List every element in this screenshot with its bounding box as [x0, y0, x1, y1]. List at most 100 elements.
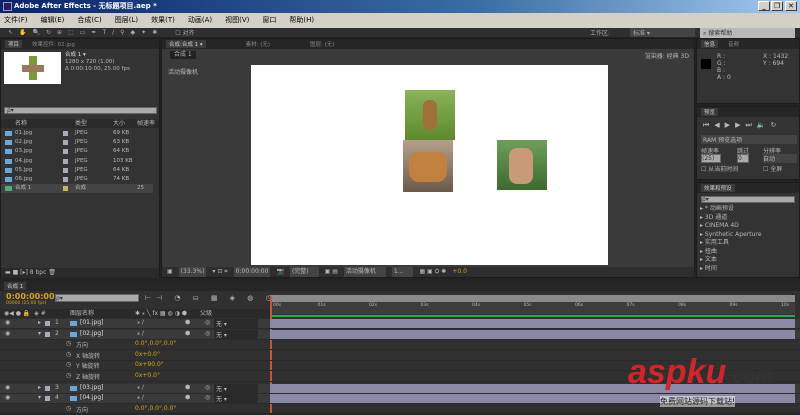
parent-select[interactable]: 无 ▾ [214, 394, 258, 403]
label-color[interactable] [45, 385, 50, 391]
label-color[interactable] [63, 149, 68, 155]
tool-icon[interactable]: ▭ [80, 29, 86, 36]
shy-switch-icon[interactable]: ⁎ ∕ [137, 319, 144, 326]
skip-select[interactable]: 0 [737, 154, 749, 163]
layer-name[interactable]: [04.jpg] [80, 394, 104, 401]
stopwatch-icon[interactable]: ◷ [66, 351, 71, 358]
tab-effects-presets[interactable]: 效果和预设 [701, 184, 735, 192]
snapshot-icon[interactable]: 📷 [276, 267, 283, 277]
visibility-eye-icon[interactable]: ◉ [5, 394, 10, 401]
exposure-value[interactable]: +0.0 [452, 267, 467, 277]
keyframe-marker[interactable]: I [270, 372, 272, 379]
parent-select[interactable]: 无 ▾ [214, 319, 258, 328]
menu-item[interactable]: 视图(V) [225, 13, 249, 28]
maximize-button[interactable]: ❐ [771, 1, 783, 11]
keyframe-marker[interactable]: I [270, 405, 272, 412]
timeline-timecode[interactable]: 0:00:00:00 [6, 292, 55, 301]
effects-category[interactable]: ▸ CINEMA 4D [700, 222, 761, 231]
time-ruler[interactable]: 00s 01s 02s 03s 04s 05s 06s 07s 08s 09s 10s [270, 302, 795, 314]
expand-twirl-icon[interactable]: ▸ [38, 319, 41, 326]
shy-switch-icon[interactable]: ⁎ ∕ [137, 330, 144, 337]
expand-twirl-icon[interactable]: ▸ [38, 384, 41, 391]
label-color[interactable] [63, 131, 68, 136]
layer-duration-bar[interactable] [270, 319, 795, 328]
tool-icon[interactable]: ✒ [91, 29, 96, 36]
workspace-select[interactable]: 标准 ▾ [630, 28, 695, 37]
layer-duration-bar[interactable] [270, 329, 795, 339]
project-item[interactable]: 合成 1 合成 25 [1, 184, 153, 194]
expand-twirl-icon[interactable]: ▾ [38, 330, 41, 337]
tab-info[interactable]: 信息 [701, 40, 719, 48]
fullscreen-checkbox[interactable]: ☐ 全屏 [763, 164, 782, 173]
col-parent[interactable]: 父级 [200, 309, 212, 318]
3d-layer-icon[interactable]: ⬢ [185, 384, 190, 391]
menu-item[interactable]: 图层(L) [115, 13, 138, 28]
visibility-eye-icon[interactable]: ◉ [5, 330, 10, 337]
tool-icon[interactable]: ⬚ [68, 29, 74, 36]
resolution-select[interactable]: (完整) [289, 267, 319, 277]
label-color[interactable] [45, 321, 50, 326]
label-color[interactable] [63, 167, 68, 173]
menu-item[interactable]: 合成(C) [77, 13, 101, 28]
comp-breadcrumb[interactable]: 合成 1 [170, 51, 196, 59]
property-value[interactable]: 0x+0.0° [135, 351, 160, 358]
project-item[interactable]: 06.jpg JPEG 74 KB [1, 175, 153, 184]
label-color[interactable] [63, 140, 68, 146]
tool-icon[interactable]: ↖ [8, 29, 13, 36]
project-item[interactable]: 03.jpg JPEG 64 KB [1, 147, 153, 156]
3d-layer-icon[interactable]: ⬢ [185, 319, 190, 326]
layer-row[interactable]: ◉ ▾ 2 [02.jpg] ⁎ ∕ ⬢ ◎ 无 ▾ [0, 329, 800, 340]
tool-icon[interactable]: ✱ [152, 29, 157, 36]
layer-row[interactable]: ◉ ▸ 1 [01.jpg] ⁎ ∕ ⬢ ◎ 无 ▾ [0, 319, 800, 329]
timeline-search-input[interactable]: ρ▾ [55, 294, 139, 302]
effects-category[interactable]: ▸ 时间 [700, 265, 761, 274]
visibility-eye-icon[interactable]: ◉ [5, 319, 10, 326]
tool-icon[interactable]: ✦ [141, 29, 146, 36]
project-item[interactable]: 05.jpg JPEG 64 KB [1, 166, 153, 175]
menu-item[interactable]: 帮助(H) [289, 13, 314, 28]
viewer-timecode[interactable]: 0:00:00:00 [233, 267, 271, 277]
label-color[interactable] [45, 331, 50, 337]
pickwhip-icon[interactable]: ◎ [205, 330, 210, 337]
cat-image-layer[interactable] [497, 140, 547, 190]
ram-preview-select[interactable]: RAM 预览选项 [701, 135, 797, 144]
puppies-image-layer[interactable] [403, 140, 453, 192]
stopwatch-icon[interactable]: ◷ [66, 372, 71, 379]
property-value[interactable]: 0x+0.0° [135, 372, 160, 379]
effects-category[interactable]: ▸ 文本 [700, 256, 761, 265]
visibility-eye-icon[interactable]: ◉ [5, 384, 10, 391]
search-help-input[interactable]: ⌕ 搜索帮助 [700, 28, 795, 38]
col-layer-name[interactable]: 图层名称 [70, 309, 94, 318]
camera-select[interactable]: 活动摄像机 [343, 267, 386, 277]
effects-category[interactable]: ▸ * 动画预设 [700, 205, 761, 214]
effects-category[interactable]: ▸ Synthetic Aperture [700, 231, 761, 240]
tab-comp1-timeline[interactable]: 合成 1 [4, 282, 27, 290]
property-value[interactable]: 0x+90.0° [135, 361, 164, 368]
menu-item[interactable]: 动画(A) [188, 13, 212, 28]
layer-name[interactable]: [03.jpg] [80, 384, 104, 391]
tool-icon[interactable]: ⚲ [120, 29, 124, 36]
project-search-input[interactable]: ρ▾ [4, 107, 157, 114]
effects-category[interactable]: ▸ 实用工具 [700, 239, 761, 248]
from-current-checkbox[interactable]: ☐ 从当前时间 [701, 164, 738, 173]
stopwatch-icon[interactable]: ◷ [66, 340, 71, 347]
project-item[interactable]: 02.jpg JPEG 63 KB [1, 138, 153, 147]
header-size[interactable]: 大小 [113, 119, 125, 128]
pickwhip-icon[interactable]: ◎ [205, 394, 210, 401]
header-name[interactable]: 名称 [15, 119, 27, 128]
stopwatch-icon[interactable]: ◷ [66, 361, 71, 368]
tool-icon[interactable]: ↻ [46, 29, 51, 36]
property-value[interactable]: 0.0°,0.0°,0.0° [135, 405, 176, 412]
pickwhip-icon[interactable]: ◎ [205, 319, 210, 326]
fps-select[interactable]: (25) [701, 154, 721, 163]
layer-name[interactable]: [02.jpg] [80, 330, 104, 337]
bpc-label[interactable]: 8 bpc [30, 269, 47, 276]
tool-icon[interactable]: ⊕ [57, 29, 62, 36]
effects-category[interactable]: ▸ 扭曲 [700, 248, 761, 257]
menu-item[interactable]: 窗口 [262, 13, 276, 28]
playback-controls[interactable]: ⏮◀▶▶⏭🔈↻ [703, 121, 781, 130]
tool-icon[interactable]: ✋ [19, 29, 26, 36]
tab-layer[interactable]: 图层: (无) [310, 40, 334, 48]
project-item[interactable]: 01.jpg JPEG 69 KB [1, 129, 153, 138]
menu-item[interactable]: 编辑(E) [41, 13, 65, 28]
